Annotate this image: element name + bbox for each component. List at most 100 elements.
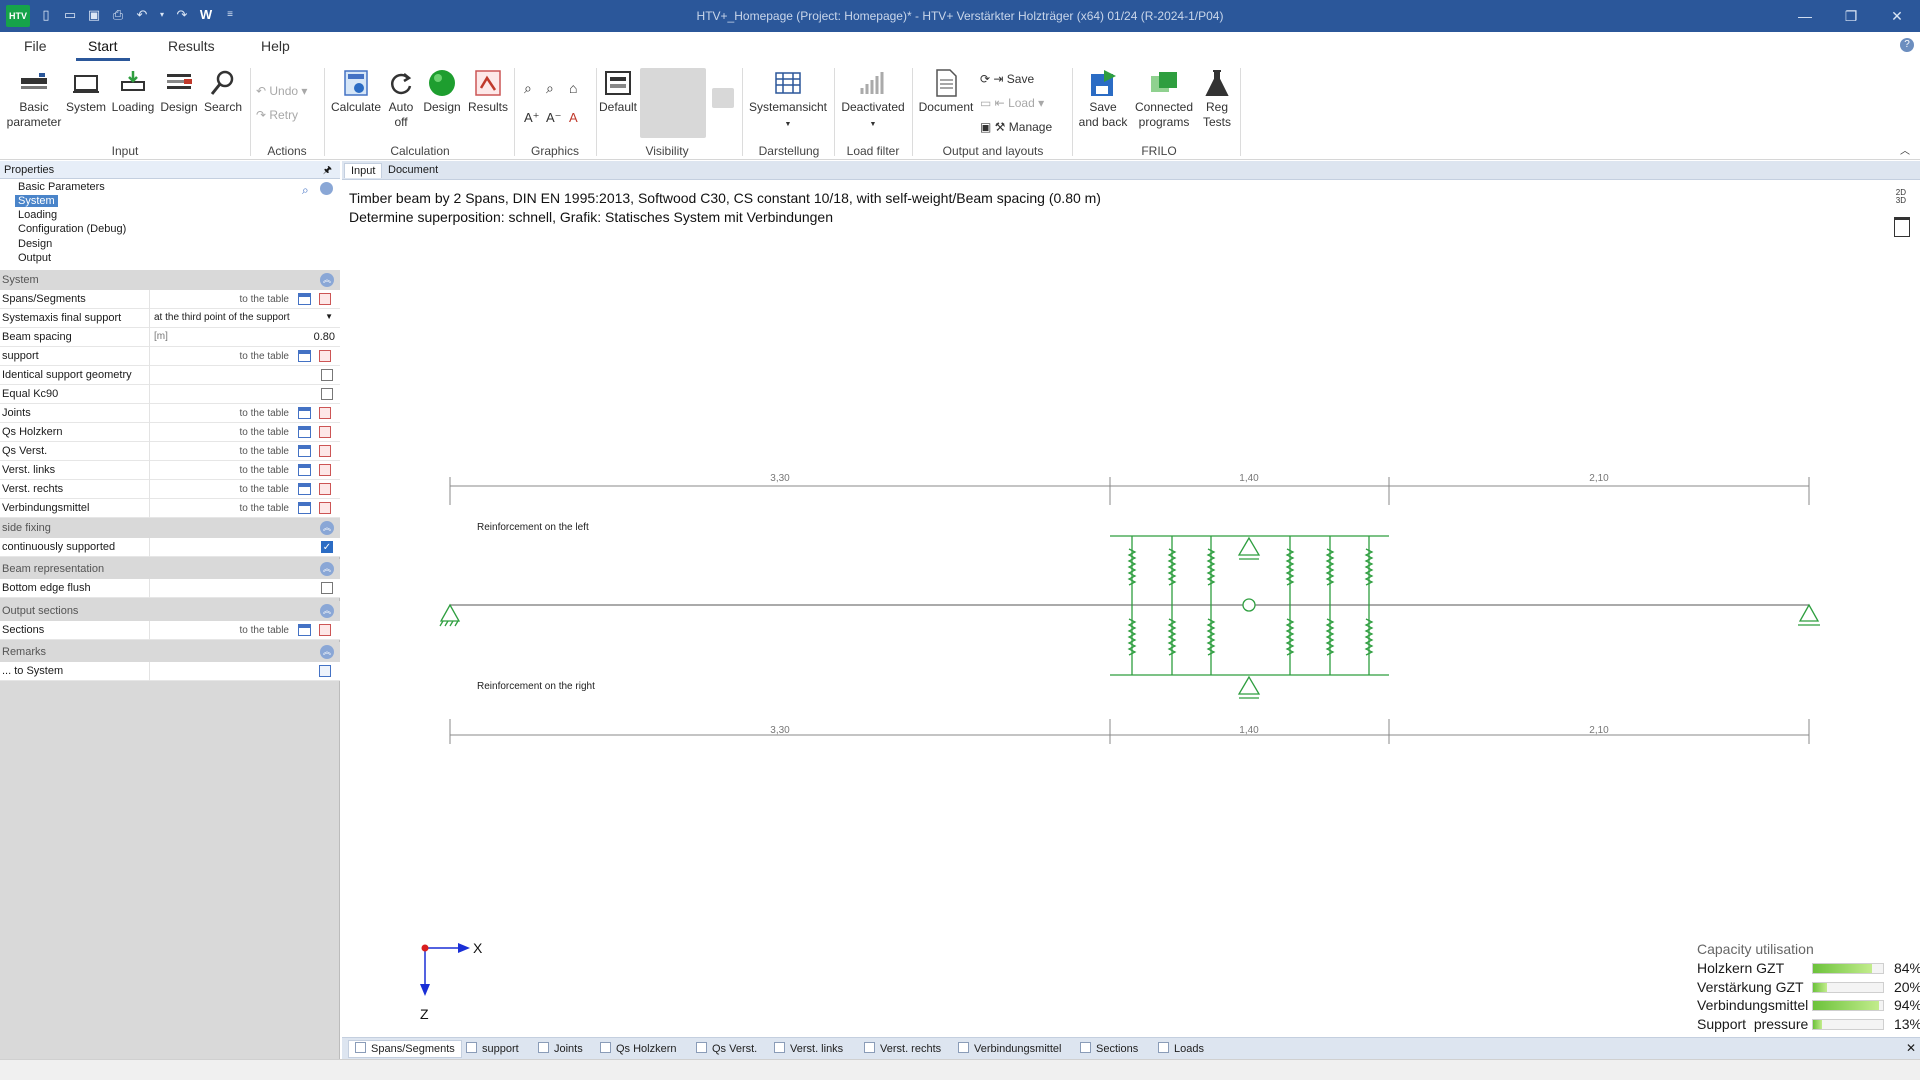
row-value[interactable]: to the table: [149, 404, 339, 423]
bottom-tab-qs-holzkern[interactable]: Qs Holzkern: [600, 1042, 677, 1055]
manage-layout-button[interactable]: ▣ ⚒ Manage: [980, 120, 1052, 134]
row-value[interactable]: to the table: [149, 347, 339, 366]
loading-button[interactable]: Loading: [110, 68, 156, 115]
row-value[interactable]: to the table: [149, 290, 339, 309]
to-the-table-link[interactable]: to the table: [240, 351, 289, 362]
tab-results[interactable]: Results: [164, 38, 219, 54]
bottom-tab-support[interactable]: support: [466, 1042, 519, 1055]
row-identical-support[interactable]: Identical support geometry: [0, 366, 340, 385]
filter-icon[interactable]: [320, 182, 333, 195]
reg-tests-button[interactable]: Reg Tests: [1198, 68, 1236, 130]
table-icon[interactable]: [298, 464, 311, 476]
table-icon[interactable]: [298, 445, 311, 457]
save-layout-button[interactable]: ⟳ ⇥ Save: [980, 72, 1034, 86]
calculate-button[interactable]: Calculate: [328, 68, 384, 115]
bottom-tab-spans-segments[interactable]: Spans/Segments: [348, 1040, 462, 1058]
row-verst-links[interactable]: Verst. links to the table: [0, 461, 340, 480]
default-view-button[interactable]: Default: [598, 68, 638, 115]
row-verbindungsmittel[interactable]: Verbindungsmittel to the table: [0, 499, 340, 518]
table-icon[interactable]: [298, 502, 311, 514]
to-the-table-link[interactable]: to the table: [240, 294, 289, 305]
tree-item-system[interactable]: System: [15, 195, 58, 207]
row-value[interactable]: [149, 662, 339, 681]
tab-document[interactable]: Document: [382, 163, 444, 177]
tree-item-loading[interactable]: Loading: [18, 209, 57, 221]
auto-off-button[interactable]: Auto off: [386, 68, 416, 130]
tree-item-design[interactable]: Design: [18, 238, 52, 250]
collapse-icon[interactable]: ︽: [320, 562, 334, 576]
connected-programs-button[interactable]: Connected programs: [1132, 68, 1196, 130]
row-spans-segments[interactable]: Spans/Segments to the table: [0, 290, 340, 309]
visibility-options-panel[interactable]: [640, 68, 706, 138]
row-value[interactable]: to the table: [149, 442, 339, 461]
row-qs-verst[interactable]: Qs Verst. to the table: [0, 442, 340, 461]
section-output-sections[interactable]: Output sections ︽: [0, 601, 340, 621]
zoom-in-icon[interactable]: ⌕: [524, 80, 532, 97]
bottom-tab-loads[interactable]: Loads: [1158, 1042, 1204, 1055]
tree-item-configuration[interactable]: Configuration (Debug): [18, 223, 126, 235]
edit-icon[interactable]: [319, 502, 331, 514]
load-layout-button[interactable]: ▭ ⇤ Load ▾: [980, 96, 1044, 110]
help-icon[interactable]: ?: [1900, 38, 1914, 52]
to-the-table-link[interactable]: to the table: [240, 484, 289, 495]
pin-icon[interactable]: 🖈: [323, 163, 332, 180]
table-icon[interactable]: [298, 483, 311, 495]
bottom-tab-joints[interactable]: Joints: [538, 1042, 583, 1055]
font-decrease-icon[interactable]: A⁻: [546, 110, 562, 126]
table-icon[interactable]: [298, 350, 311, 362]
close-icon[interactable]: ✕: [1882, 6, 1912, 26]
row-verst-rechts[interactable]: Verst. rechts to the table: [0, 480, 340, 499]
row-value[interactable]: to the table: [149, 480, 339, 499]
edit-icon[interactable]: [319, 624, 331, 636]
row-bottom-edge-flush[interactable]: Bottom edge flush: [0, 579, 340, 598]
table-icon[interactable]: [298, 407, 311, 419]
font-increase-icon[interactable]: A⁺: [524, 110, 540, 126]
to-the-table-link[interactable]: to the table: [240, 446, 289, 457]
minimize-icon[interactable]: —: [1790, 6, 1820, 26]
row-equal-kc90[interactable]: Equal Kc90: [0, 385, 340, 404]
retry-button[interactable]: ↷ Retry: [256, 108, 298, 122]
graphics-area[interactable]: Timber beam by 2 Spans, DIN EN 1995:2013…: [342, 181, 1920, 1037]
bottom-tab-verst-links[interactable]: Verst. links: [774, 1042, 843, 1055]
continuously-supported-checkbox[interactable]: ✓: [321, 541, 333, 553]
design-calc-button[interactable]: Design: [420, 68, 464, 115]
section-remarks[interactable]: Remarks ︽: [0, 642, 340, 662]
section-side-fixing[interactable]: side fixing ︽: [0, 518, 340, 538]
tree-item-output[interactable]: Output: [18, 252, 51, 264]
edit-icon[interactable]: [319, 483, 331, 495]
row-value[interactable]: to the table: [149, 461, 339, 480]
systemansicht-button[interactable]: Systemansicht ▼: [746, 68, 830, 132]
bottom-edge-flush-checkbox[interactable]: [321, 582, 333, 594]
row-beam-spacing[interactable]: Beam spacing [m] 0.80: [0, 328, 340, 347]
row-value[interactable]: to the table: [149, 423, 339, 442]
basic-parameter-button[interactable]: Basic parameter: [6, 68, 62, 130]
row-systemaxis[interactable]: Systemaxis final support at the third po…: [0, 309, 340, 328]
to-the-table-link[interactable]: to the table: [240, 503, 289, 514]
row-value[interactable]: to the table: [149, 621, 339, 640]
collapse-icon[interactable]: ︽: [320, 604, 334, 618]
edit-icon[interactable]: [319, 293, 331, 305]
tab-help[interactable]: Help: [257, 38, 294, 54]
identical-support-checkbox[interactable]: [321, 369, 333, 381]
design-input-button[interactable]: Design: [158, 68, 200, 115]
section-system[interactable]: System ︽: [0, 270, 340, 290]
to-the-table-link[interactable]: to the table: [240, 408, 289, 419]
equal-kc90-checkbox[interactable]: [321, 388, 333, 400]
row-sections[interactable]: Sections to the table: [0, 621, 340, 640]
collapse-ribbon-icon[interactable]: ︿: [1900, 142, 1910, 157]
collapse-icon[interactable]: ︽: [320, 645, 334, 659]
systemaxis-dropdown[interactable]: at the third point of the support ▼: [149, 309, 339, 328]
to-the-table-link[interactable]: to the table: [240, 427, 289, 438]
deactivated-button[interactable]: Deactivated ▼: [838, 68, 908, 132]
edit-icon[interactable]: [319, 464, 331, 476]
undo-button[interactable]: ↶ Undo ▾: [256, 84, 307, 98]
results-button[interactable]: Results: [466, 68, 510, 115]
font-color-icon[interactable]: A: [569, 110, 578, 125]
bottom-tab-qs-verst[interactable]: Qs Verst.: [696, 1042, 757, 1055]
save-and-back-button[interactable]: Save and back: [1076, 68, 1130, 130]
system-button[interactable]: System: [64, 68, 108, 115]
search-button[interactable]: Search: [202, 68, 244, 115]
bottom-tab-verbindungsmittel[interactable]: Verbindungsmittel: [958, 1042, 1061, 1055]
tree-item-basic-parameters[interactable]: Basic Parameters: [18, 181, 105, 193]
edit-icon[interactable]: [319, 445, 331, 457]
